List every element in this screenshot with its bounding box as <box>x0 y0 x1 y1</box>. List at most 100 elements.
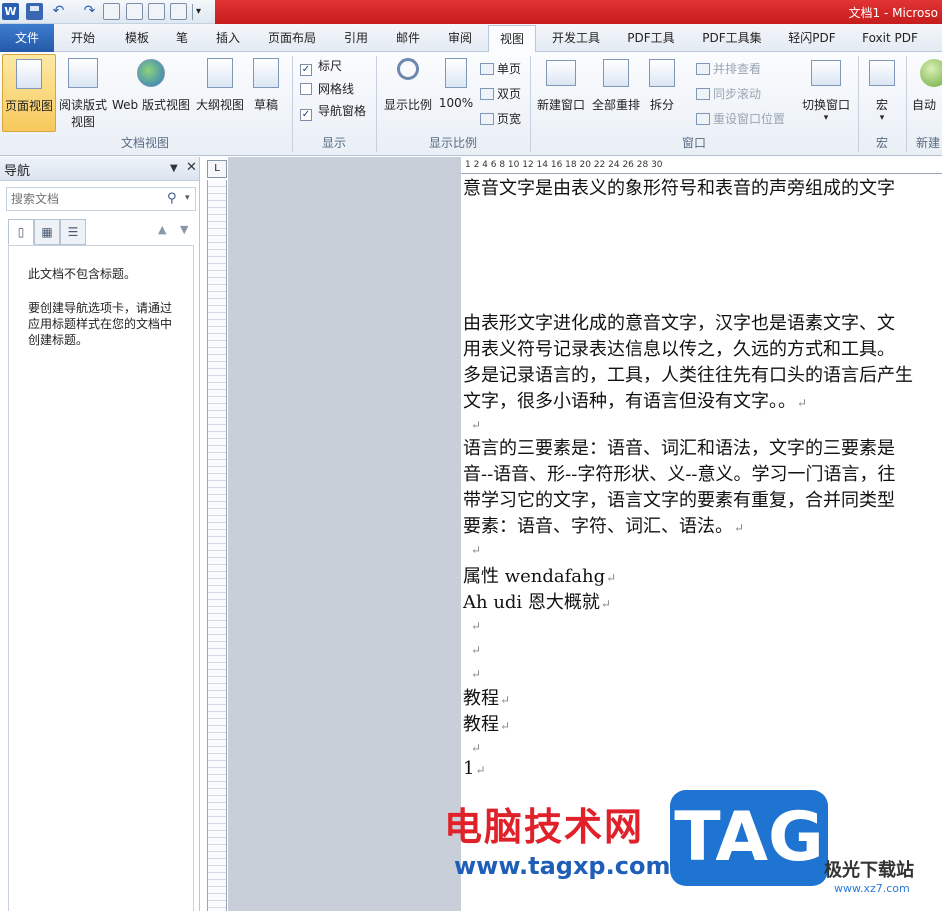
tab-insert[interactable]: 插入 <box>204 24 252 52</box>
ribbon: 页面视图 阅读版式 视图 Web 版式视图 大纲视图 草稿 文档视图 ✓ 标尺 网… <box>0 52 942 156</box>
doc-line: 用表义符号记录表达信息以传之，久远的方式和工具。 <box>463 339 895 360</box>
zoom-100-button[interactable]: 100% <box>438 54 474 132</box>
word-logo-icon[interactable]: W <box>2 3 19 20</box>
side-by-side-button[interactable]: 并排查看 <box>696 60 761 77</box>
one-page-button[interactable]: 单页 <box>480 60 521 77</box>
auto-label: 自动 <box>912 98 937 112</box>
outline-view-label: 大纲视图 <box>195 98 244 112</box>
redo-icon[interactable]: ↷ <box>81 3 98 20</box>
doc-line: 多是记录语言的，工具，人类往往先有口头的语言后产生 <box>463 365 913 386</box>
tab-pen[interactable]: 笔 <box>164 24 200 52</box>
group-separator <box>858 56 859 152</box>
sync-scroll-button[interactable]: 同步滚动 <box>696 85 761 102</box>
navigation-pane: 导航 ▼ ✕ ⚲ ▾ ▯ ▦ ☰ ▲ ▼ 此文档不包含标题。 要创建导航选项卡，… <box>0 157 200 911</box>
nav-pane-check-box[interactable]: ✓ <box>300 109 312 121</box>
switch-windows-button[interactable]: 切换窗口 ▾ <box>798 54 854 132</box>
outline-icon <box>207 58 233 88</box>
reset-window-icon <box>696 113 710 125</box>
macros-button[interactable]: 宏 ▾ <box>862 54 902 132</box>
auto-button[interactable]: 自动 <box>912 54 942 132</box>
tab-review[interactable]: 审阅 <box>436 24 484 52</box>
page-width-button[interactable]: 页宽 <box>480 110 521 127</box>
nav-search-box[interactable]: ⚲ ▾ <box>6 187 196 211</box>
side-by-side-label: 并排查看 <box>713 62 762 76</box>
reading-layout-label-2: 视图 <box>70 115 95 129</box>
quick-access-icon-1[interactable] <box>103 3 120 20</box>
tab-foxit-pdf[interactable]: Foxit PDF <box>850 24 930 52</box>
undo-icon[interactable]: ↶ <box>50 3 67 20</box>
page-width-icon <box>480 113 494 125</box>
save-icon[interactable] <box>26 3 43 20</box>
tab-view[interactable]: 视图 <box>488 25 536 53</box>
headings-tab-icon[interactable]: ▯ <box>8 219 34 245</box>
search-icon[interactable]: ⚲ <box>167 191 177 206</box>
zoom-label: 显示比例 <box>383 98 432 112</box>
nav-pane-checkbox[interactable]: ✓ 导航窗格 <box>300 102 366 121</box>
tab-selector-icon[interactable]: L <box>207 160 227 178</box>
results-tab-icon[interactable]: ☰ <box>60 219 86 245</box>
quick-access-icon-2[interactable] <box>126 3 143 20</box>
zoom-button[interactable]: 显示比例 <box>380 54 436 132</box>
tab-pdf-toolset[interactable]: PDF工具集 <box>692 24 772 52</box>
tab-home[interactable]: 开始 <box>58 24 108 52</box>
tab-pdf-tools[interactable]: PDF工具 <box>616 24 686 52</box>
quick-access-icon-4[interactable] <box>170 3 187 20</box>
print-layout-label: 页面视图 <box>4 99 53 113</box>
customize-quick-access-icon[interactable]: ▾ <box>196 3 213 20</box>
ribbon-tabs: 文件 开始 模板 笔 插入 页面布局 引用 邮件 审阅 视图 开发工具 PDF工… <box>0 24 942 53</box>
tag-logo: TAG <box>670 790 828 886</box>
vertical-ruler[interactable] <box>207 180 227 911</box>
sync-scroll-icon <box>696 88 710 100</box>
doc-line: ↵ <box>471 543 482 557</box>
tab-mailings[interactable]: 邮件 <box>384 24 432 52</box>
doc-line: ↵ <box>471 741 482 755</box>
ruler-checkbox[interactable]: ✓ 标尺 <box>300 57 342 76</box>
tab-flash-pdf[interactable]: 轻闪PDF <box>778 24 846 52</box>
tab-file[interactable]: 文件 <box>0 24 54 52</box>
tab-template[interactable]: 模板 <box>112 24 162 52</box>
print-layout-button[interactable]: 页面视图 <box>2 54 56 132</box>
arrange-all-button[interactable]: 全部重排 <box>590 54 642 132</box>
previous-arrow-icon[interactable]: ▲ <box>158 223 166 236</box>
doc-line: 1↵ <box>463 758 486 779</box>
nav-search-input[interactable] <box>7 188 157 210</box>
chevron-down-icon: ▾ <box>823 113 829 123</box>
green-orb-icon <box>920 59 942 87</box>
gridlines-checkbox[interactable]: 网格线 <box>300 80 354 97</box>
split-button[interactable]: 拆分 <box>644 54 680 132</box>
two-pages-button[interactable]: 双页 <box>480 85 521 102</box>
doc-line: Ah udi 恩大概就↵ <box>463 592 611 613</box>
search-options-icon[interactable]: ▾ <box>185 193 190 203</box>
tab-developer[interactable]: 开发工具 <box>542 24 610 52</box>
next-arrow-icon[interactable]: ▼ <box>180 223 188 236</box>
switch-windows-icon <box>811 60 841 86</box>
new-window-button[interactable]: 新建窗口 <box>534 54 588 132</box>
doc-line: 属性 wendafahg↵ <box>463 566 617 587</box>
zoom-100-label: 100% <box>438 96 474 110</box>
document-title: 文档1 - Microso <box>848 6 939 20</box>
chevron-down-icon: ▾ <box>879 113 885 123</box>
split-label: 拆分 <box>649 98 674 112</box>
reset-window-label: 重设窗口位置 <box>713 112 786 126</box>
ruler-check-label: 标尺 <box>318 59 343 73</box>
reading-layout-button[interactable]: 阅读版式 视图 <box>58 54 108 132</box>
horizontal-ruler[interactable]: 1 2 4 6 8 10 12 14 16 18 20 22 24 26 28 … <box>461 157 942 174</box>
outline-view-button[interactable]: 大纲视图 <box>194 54 246 132</box>
tab-references[interactable]: 引用 <box>332 24 380 52</box>
window-group-label: 窗口 <box>681 136 706 150</box>
tab-page-layout[interactable]: 页面布局 <box>256 24 328 52</box>
draft-view-button[interactable]: 草稿 <box>248 54 284 132</box>
page-100-icon <box>445 58 467 88</box>
new-group-label: 新建 <box>916 136 941 150</box>
arrange-all-label: 全部重排 <box>591 98 640 112</box>
close-icon[interactable]: ✕ <box>186 160 197 175</box>
quick-access-icon-3[interactable] <box>148 3 165 20</box>
gridlines-check-box[interactable] <box>300 83 312 95</box>
show-group-label: 显示 <box>321 136 346 150</box>
nav-menu-icon[interactable]: ▼ <box>170 163 178 174</box>
print-layout-icon <box>16 59 42 89</box>
reset-window-button[interactable]: 重设窗口位置 <box>696 110 785 127</box>
ruler-check-box[interactable]: ✓ <box>300 64 312 76</box>
pages-tab-icon[interactable]: ▦ <box>34 219 60 245</box>
web-layout-button[interactable]: Web 版式视图 <box>110 54 192 132</box>
